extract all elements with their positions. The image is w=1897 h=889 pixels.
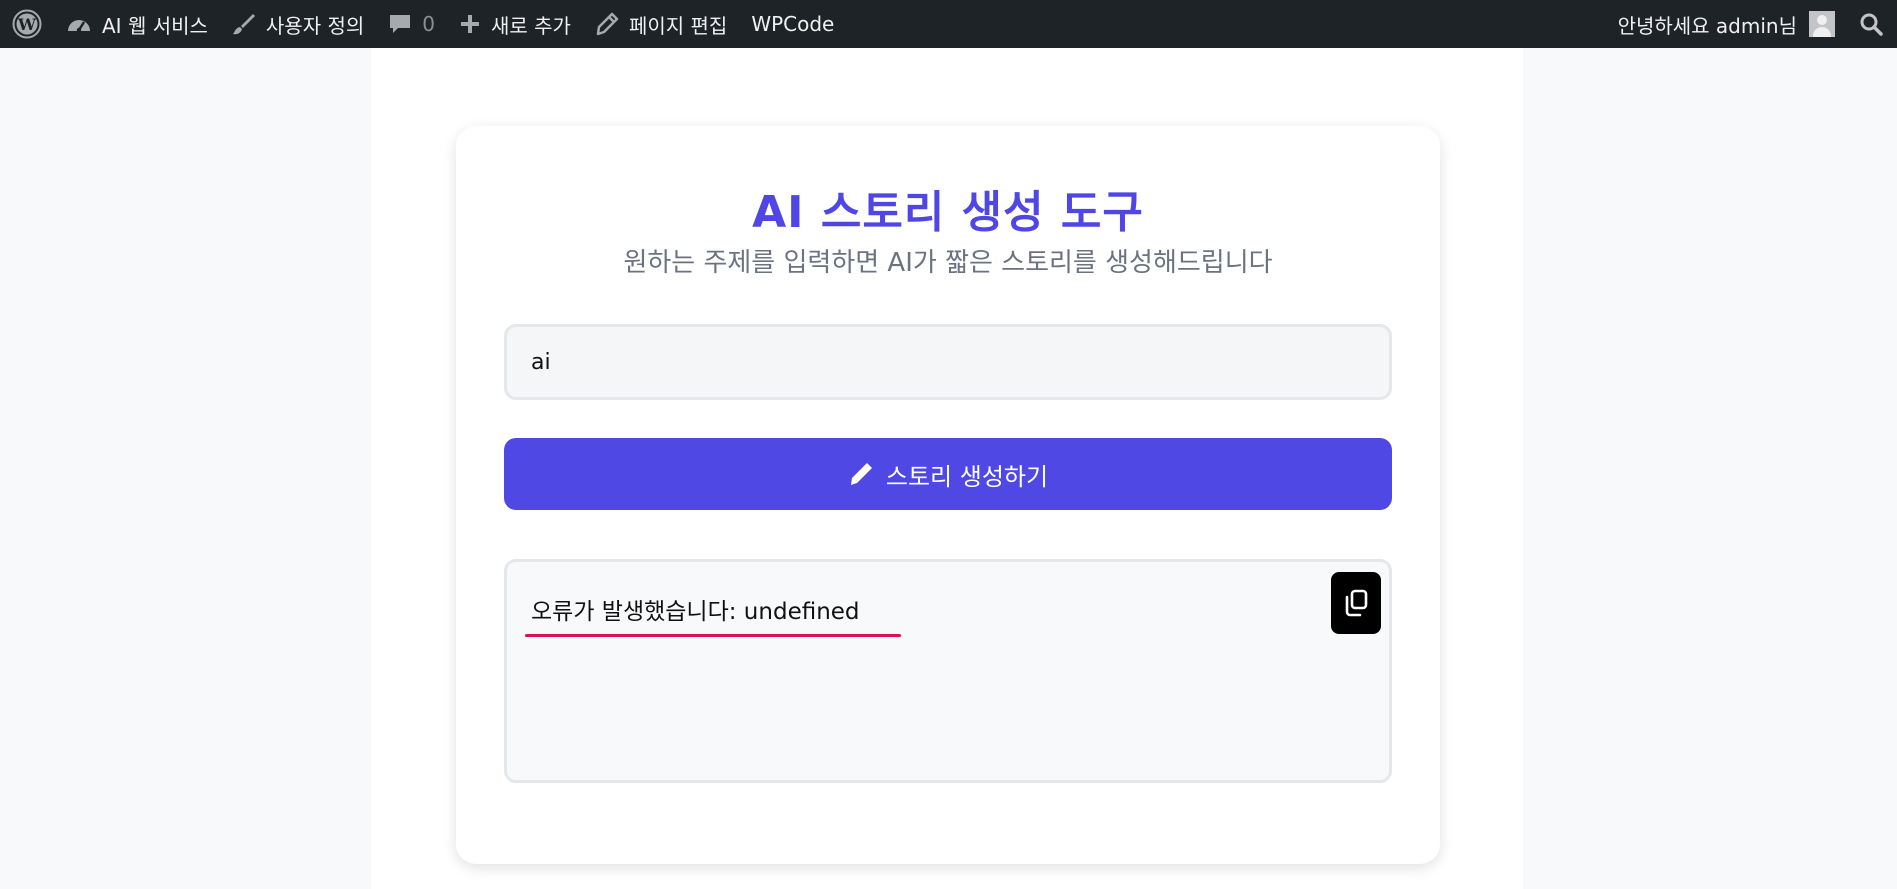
edit-pencil-icon — [595, 12, 619, 36]
new-content-menu[interactable]: 새로 추가 — [447, 0, 583, 48]
copy-button[interactable] — [1331, 572, 1381, 634]
page-subtitle: 원하는 주제를 입력하면 AI가 짧은 스토리를 생성해드립니다 — [623, 248, 1273, 278]
admin-bar: W AI 웹 서비스 사용자 정의 0 새로 추가 페이지 편집 WPCode … — [0, 0, 1897, 48]
comments-count: 0 — [422, 12, 435, 36]
generate-story-label: 스토리 생성하기 — [885, 462, 1049, 491]
wpcode-label: WPCode — [751, 12, 835, 36]
paintbrush-icon — [232, 12, 256, 36]
account-menu[interactable]: 안녕하세요 admin님 — [1606, 0, 1847, 48]
svg-text:W: W — [17, 15, 37, 34]
generate-story-button[interactable]: 스토리 생성하기 — [504, 438, 1392, 510]
wordpress-logo-button[interactable]: W — [0, 0, 54, 48]
site-name-menu[interactable]: AI 웹 서비스 — [54, 0, 220, 48]
edit-page-label: 페이지 편집 — [628, 13, 728, 38]
edit-page-menu[interactable]: 페이지 편집 — [583, 0, 739, 48]
topic-input[interactable] — [504, 324, 1392, 400]
customize-menu[interactable]: 사용자 정의 — [220, 0, 376, 48]
new-content-label: 새로 추가 — [491, 13, 571, 38]
search-button[interactable] — [1847, 0, 1897, 48]
customize-label: 사용자 정의 — [265, 13, 365, 38]
plus-icon — [459, 13, 481, 35]
avatar — [1809, 11, 1835, 37]
spellcheck-underline — [525, 634, 901, 637]
wordpress-icon: W — [12, 9, 42, 39]
error-message: 오류가 발생했습니다: undefined — [531, 599, 860, 625]
pencil-icon — [848, 461, 874, 487]
site-name-label: AI 웹 서비스 — [102, 13, 208, 38]
copy-icon — [1345, 589, 1368, 617]
story-generator-card: AI 스토리 생성 도구 원하는 주제를 입력하면 AI가 짧은 스토리를 생성… — [456, 126, 1440, 864]
dashboard-icon — [66, 13, 92, 35]
page-title: AI 스토리 생성 도구 — [752, 187, 1144, 238]
wpcode-menu[interactable]: WPCode — [739, 0, 846, 48]
comments-menu[interactable]: 0 — [376, 0, 447, 48]
comment-bubble-icon — [388, 12, 412, 36]
story-output[interactable]: 오류가 발생했습니다: undefined — [504, 559, 1392, 783]
greeting-label: 안녕하세요 admin님 — [1617, 13, 1797, 38]
search-icon — [1860, 13, 1883, 36]
